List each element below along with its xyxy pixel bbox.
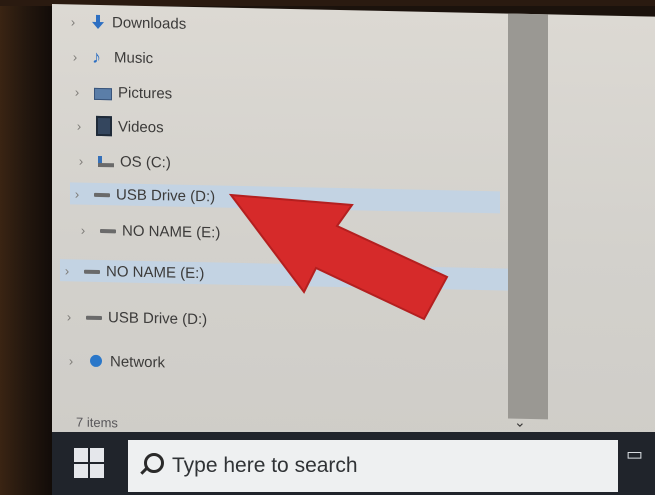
tree-item-label: Videos: [118, 117, 164, 136]
usb-drive-icon: [86, 310, 102, 324]
tree-item-no-name-e-expanded[interactable]: › NO NAME (E:): [60, 259, 512, 291]
tree-item-music[interactable]: › ♪ Music: [68, 45, 153, 69]
task-view-icon[interactable]: ▭: [626, 444, 648, 466]
chevron-right-icon[interactable]: ›: [66, 14, 80, 29]
file-explorer-window: › Downloads › ♪ Music › Pictures › Video…: [52, 4, 655, 449]
search-icon: [144, 453, 164, 473]
monitor-bezel: [0, 0, 58, 495]
search-placeholder: Type here to search: [172, 454, 358, 477]
chevron-right-icon[interactable]: ›: [70, 186, 84, 201]
tree-item-label: Pictures: [118, 83, 173, 103]
download-icon: [90, 15, 106, 29]
chevron-right-icon[interactable]: ›: [72, 118, 86, 133]
tree-item-label: USB Drive (D:): [108, 308, 208, 328]
chevron-right-icon[interactable]: ›: [64, 353, 78, 368]
tree-item-usb-drive-d-2[interactable]: › USB Drive (D:): [62, 305, 207, 330]
tree-item-pictures[interactable]: › Pictures: [70, 80, 172, 104]
chevron-right-icon[interactable]: ›: [60, 263, 74, 278]
vertical-scrollbar[interactable]: [508, 13, 548, 420]
chevron-right-icon[interactable]: ›: [62, 309, 76, 324]
windows-start-icon[interactable]: [74, 448, 104, 478]
tree-item-label: Music: [114, 48, 154, 67]
tree-item-label: OS (C:): [120, 152, 171, 171]
usb-drive-icon: [94, 187, 110, 201]
tree-item-label: Network: [110, 352, 166, 371]
os-drive-icon: [98, 154, 114, 168]
scroll-down-icon[interactable]: ⌄: [514, 414, 526, 431]
chevron-right-icon[interactable]: ›: [74, 153, 88, 168]
chevron-right-icon[interactable]: ›: [70, 84, 84, 99]
videos-icon: [96, 115, 112, 137]
tree-item-label: NO NAME (E:): [122, 221, 221, 242]
chevron-right-icon[interactable]: ›: [68, 49, 82, 64]
tree-item-os-c[interactable]: › OS (C:): [74, 149, 171, 173]
pictures-icon: [94, 87, 112, 101]
tree-item-videos[interactable]: › Videos: [72, 114, 164, 138]
tree-item-downloads[interactable]: › Downloads: [66, 10, 186, 35]
music-icon: ♪: [92, 46, 101, 68]
chevron-right-icon[interactable]: ›: [76, 222, 90, 237]
windows-taskbar: Type here to search ▭: [52, 432, 655, 495]
tree-item-label: Downloads: [112, 13, 187, 33]
tree-item-no-name-e[interactable]: › NO NAME (E:): [76, 219, 221, 244]
drive-icon: [100, 223, 116, 237]
taskbar-search-box[interactable]: Type here to search: [128, 440, 618, 492]
drive-icon: [84, 264, 100, 278]
tree-item-network[interactable]: › Network: [64, 349, 165, 373]
network-icon: [88, 354, 104, 368]
status-item-count: 7 items: [76, 414, 118, 431]
tree-item-label: NO NAME (E:): [106, 262, 205, 282]
tree-item-label: USB Drive (D:): [116, 185, 216, 205]
tree-item-usb-drive-d[interactable]: › USB Drive (D:): [70, 182, 500, 214]
